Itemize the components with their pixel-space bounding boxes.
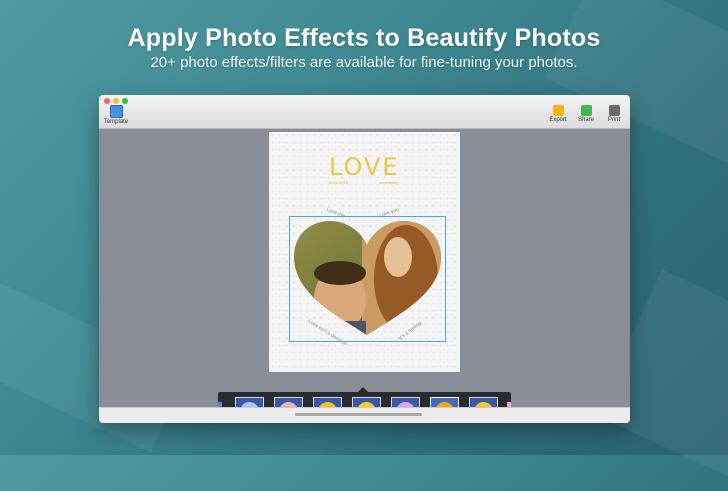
toolbar: Template Export Share Print [99, 95, 630, 129]
export-button[interactable]: Export [544, 105, 572, 123]
love-caption-text[interactable]: something [379, 180, 397, 185]
zoom-window-button[interactable] [122, 98, 128, 104]
close-window-button[interactable] [104, 98, 110, 104]
template-icon [109, 105, 123, 118]
status-bar [99, 407, 630, 423]
export-icon [552, 105, 564, 116]
template-label: Template [103, 119, 129, 125]
love-title[interactable]: LOVE [329, 153, 400, 181]
app-window: Template Export Share Print LOVE 10.02.2… [99, 95, 630, 423]
promo-headline: Apply Photo Effects to Beautify Photos [127, 24, 601, 52]
love-date-text[interactable]: 10.02.2016 [328, 180, 348, 185]
promo-subheadline: 20+ photo effects/filters are available … [150, 54, 578, 71]
page-preview[interactable]: LOVE 10.02.2016 something Love me Love y… [269, 132, 460, 372]
share-button[interactable]: Share [572, 105, 600, 123]
printer-icon [608, 105, 620, 116]
export-label: Export [549, 117, 567, 123]
filter-strip-pointer [358, 387, 368, 392]
horizontal-scrollbar[interactable] [295, 413, 422, 416]
design-canvas[interactable]: LOVE 10.02.2016 something Love me Love y… [99, 129, 630, 423]
print-button[interactable]: Print [600, 105, 628, 123]
share-label: Share [577, 117, 594, 123]
print-label: Print [607, 117, 621, 123]
template-button[interactable]: Template [102, 105, 130, 125]
minimize-window-button[interactable] [113, 98, 119, 104]
share-icon [580, 105, 592, 116]
